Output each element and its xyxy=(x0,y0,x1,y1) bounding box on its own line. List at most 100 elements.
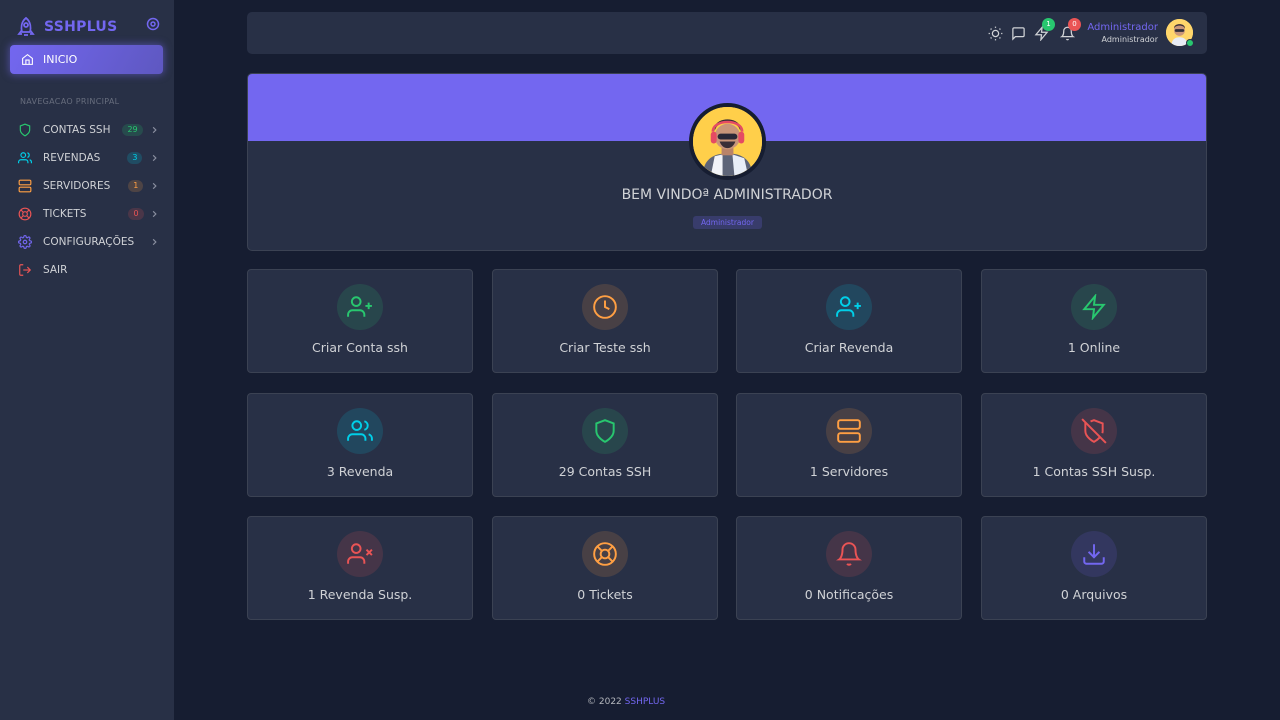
card-label: 0 Notificações xyxy=(804,587,894,602)
footer-brand-link[interactable]: SSHPLUS xyxy=(625,697,666,707)
card-label: 1 Online xyxy=(1067,340,1121,355)
icon-circle xyxy=(826,408,872,454)
user-plus-icon xyxy=(347,296,372,317)
user-x-icon xyxy=(347,543,373,564)
card-label: Criar Revenda xyxy=(804,340,894,355)
life-buoy-icon xyxy=(593,542,617,566)
count-badge: 1 xyxy=(128,180,144,192)
card-label: 29 Contas SSH xyxy=(558,464,652,479)
users-icon xyxy=(18,152,32,164)
icon-circle xyxy=(337,408,383,454)
server-icon xyxy=(837,419,861,443)
sun-icon[interactable] xyxy=(988,26,1003,41)
tickets-card[interactable]: 0 Tickets xyxy=(492,516,718,620)
icon-circle xyxy=(337,284,383,330)
icon-circle xyxy=(1071,531,1117,577)
sidebar-item-label: CONFIGURAÇÕES xyxy=(43,236,135,248)
top-navbar: 1 0 Administrador Administrador xyxy=(247,12,1207,54)
collapse-toggle-icon[interactable] xyxy=(146,17,160,31)
suspended-ssh-accounts-card[interactable]: 1 Contas SSH Susp. xyxy=(981,393,1207,497)
sidebar-item-label: CONTAS SSH xyxy=(43,124,111,136)
shield-icon xyxy=(19,123,31,137)
resellers-card[interactable]: 3 Revenda xyxy=(247,393,473,497)
bell-icon xyxy=(836,542,862,566)
card-label: 1 Revenda Susp. xyxy=(307,587,413,602)
zap-icon xyxy=(1082,294,1106,320)
footer-copyright: © 2022 xyxy=(587,697,622,707)
card-label: 0 Arquivos xyxy=(1060,587,1128,602)
icon-circle xyxy=(582,408,628,454)
icon-circle xyxy=(1071,284,1117,330)
online-card[interactable]: 1 Online xyxy=(981,269,1207,373)
icon-circle xyxy=(826,531,872,577)
create-ssh-test-card[interactable]: Criar Teste ssh xyxy=(492,269,718,373)
card-label: 1 Contas SSH Susp. xyxy=(1032,464,1156,479)
rocket-logo-icon xyxy=(17,16,35,36)
sidebar-item-contas-ssh[interactable]: CONTAS SSH 29 xyxy=(18,120,163,140)
user-role: Administrador xyxy=(1101,35,1158,44)
count-badge: 0 xyxy=(128,208,144,220)
clock-icon xyxy=(593,295,617,319)
servers-card[interactable]: 1 Servidores xyxy=(736,393,962,497)
card-label: Criar Teste ssh xyxy=(559,340,651,355)
welcome-title: BEM VINDOª ADMINISTRADOR xyxy=(621,187,833,203)
sidebar-item-label: TICKETS xyxy=(43,208,87,220)
sidebar-item-label: INICIO xyxy=(43,53,78,66)
icon-circle xyxy=(582,284,628,330)
download-icon xyxy=(1083,544,1105,565)
users-icon xyxy=(347,420,373,441)
profile-illustration xyxy=(693,107,762,176)
sidebar-item-label: SERVIDORES xyxy=(43,180,111,192)
card-label: Criar Conta ssh xyxy=(312,340,408,355)
life-buoy-icon xyxy=(18,207,32,221)
icon-circle xyxy=(337,531,383,577)
role-badge: Administrador xyxy=(693,216,762,229)
sidebar-item-sair[interactable]: SAIR xyxy=(18,260,163,280)
icon-circle xyxy=(826,284,872,330)
chevron-right-icon xyxy=(152,210,157,218)
chevron-right-icon xyxy=(152,154,157,162)
sidebar-item-configuracoes[interactable]: CONFIGURAÇÕES xyxy=(18,232,163,252)
suspended-resellers-card[interactable]: 1 Revenda Susp. xyxy=(247,516,473,620)
online-count-badge: 1 xyxy=(1042,18,1055,31)
user-plus-icon xyxy=(836,296,861,317)
brand[interactable]: SSHPLUS xyxy=(16,16,118,38)
home-icon xyxy=(22,53,33,65)
card-label: 3 Revenda xyxy=(326,464,394,479)
create-ssh-account-card[interactable]: Criar Conta ssh xyxy=(247,269,473,373)
sidebar-item-label: SAIR xyxy=(43,264,68,276)
welcome-card: BEM VINDOª ADMINISTRADOR Administrador xyxy=(247,73,1207,251)
brand-name: SSHPLUS xyxy=(44,19,118,35)
count-badge: 29 xyxy=(122,124,143,136)
ssh-accounts-card[interactable]: 29 Contas SSH xyxy=(492,393,718,497)
sidebar-item-tickets[interactable]: TICKETS 0 xyxy=(18,204,163,224)
chevron-right-icon xyxy=(152,238,157,246)
card-label: 1 Servidores xyxy=(809,464,889,479)
message-square-icon[interactable] xyxy=(1011,26,1026,41)
online-status-dot xyxy=(1186,39,1194,47)
files-card[interactable]: 0 Arquivos xyxy=(981,516,1207,620)
notification-count-badge: 0 xyxy=(1068,18,1081,31)
gear-icon xyxy=(18,235,32,249)
profile-avatar xyxy=(689,103,766,180)
icon-circle xyxy=(1071,408,1117,454)
create-reseller-card[interactable]: Criar Revenda xyxy=(736,269,962,373)
logout-icon xyxy=(19,264,32,276)
shield-off-icon xyxy=(1081,418,1107,444)
user-name[interactable]: Administrador xyxy=(1087,22,1158,33)
count-badge: 3 xyxy=(127,152,143,164)
sidebar-item-servidores[interactable]: SERVIDORES 1 xyxy=(18,176,163,196)
chevron-right-icon xyxy=(152,126,157,134)
sidebar: SSHPLUS INICIO NAVEGACAO PRINCIPAL CONTA… xyxy=(0,0,174,720)
nav-section-header: NAVEGACAO PRINCIPAL xyxy=(20,97,120,106)
sidebar-item-revendas[interactable]: REVENDAS 3 xyxy=(18,148,163,168)
footer: © 2022 SSHPLUS xyxy=(587,697,867,707)
notifications-card[interactable]: 0 Notificações xyxy=(736,516,962,620)
card-label: 0 Tickets xyxy=(577,587,633,602)
sidebar-item-inicio[interactable]: INICIO xyxy=(10,45,163,74)
sidebar-item-label: REVENDAS xyxy=(43,152,101,164)
icon-circle xyxy=(582,531,628,577)
chevron-right-icon xyxy=(152,182,157,190)
shield-icon xyxy=(595,419,615,443)
server-icon xyxy=(18,179,32,193)
